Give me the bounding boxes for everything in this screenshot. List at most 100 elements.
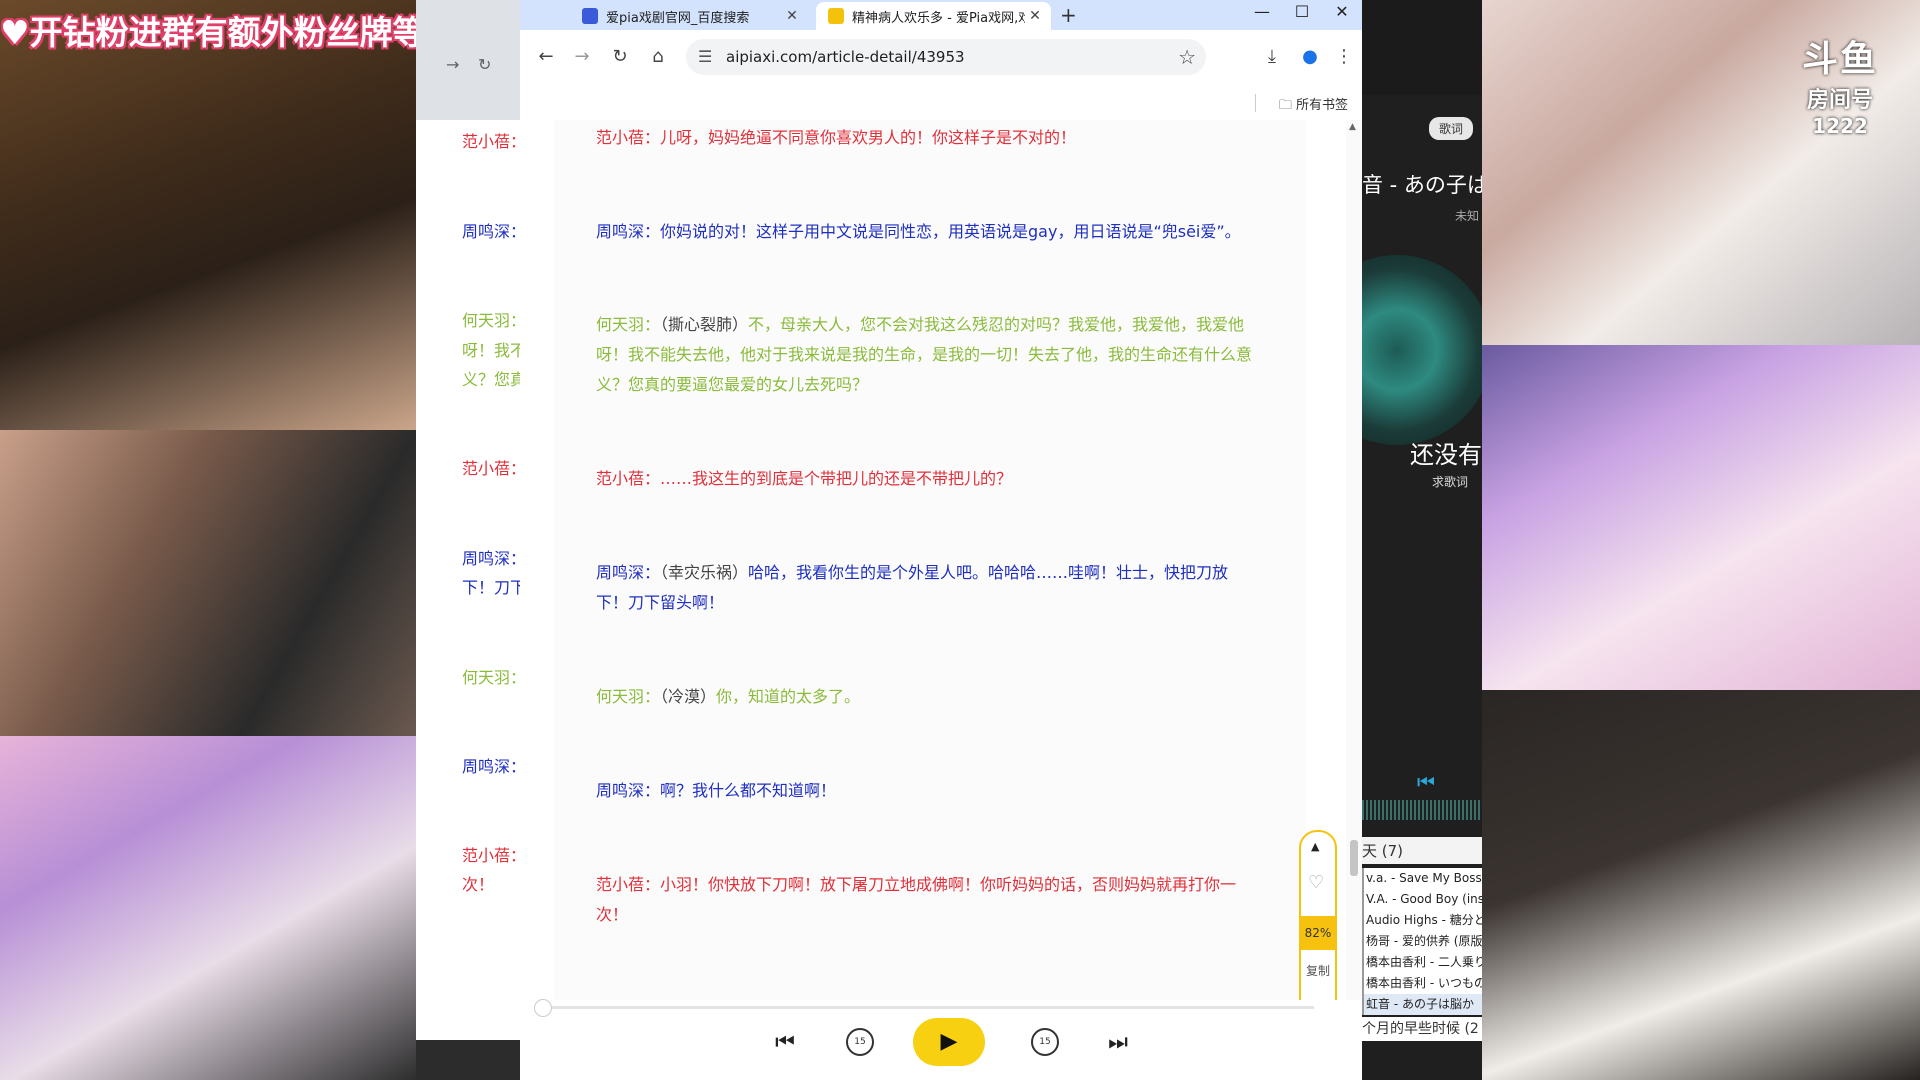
dialogue-text: 你妈说的对！这样子用中文说是同性恋，用英语说是gay，用日语说是“兜sēi爱”。 — [660, 222, 1241, 241]
bookmarks-bar: 🗀 所有书签 — [520, 86, 1362, 121]
platform-brand: 斗鱼 房间号 1222 — [1770, 30, 1910, 138]
playlist-item[interactable]: v.a. - Save My Boss — [1362, 868, 1482, 889]
progress-knob[interactable] — [534, 999, 552, 1017]
stage-direction: （冷漠） — [660, 687, 717, 706]
speaker-name: 何天羽： — [596, 687, 661, 706]
script-line: 周鸣深：你妈说的对！这样子用中文说是同性恋，用英语说是gay，用日语说是“兜sē… — [596, 217, 1286, 247]
find-lyrics-link[interactable]: 求歌词 — [1432, 473, 1468, 490]
audio-waveform — [1362, 800, 1482, 820]
reload-icon[interactable]: ↻ — [608, 46, 632, 67]
dialogue-continuation: 下！刀下留头啊！ — [596, 593, 725, 612]
rewind-15-icon[interactable]: 15 — [846, 1028, 874, 1056]
url-text[interactable]: aipiaxi.com/article-detail/43953 — [726, 48, 965, 66]
scrollbar-thumb[interactable] — [1350, 840, 1358, 876]
playlist-header: 天 (7) — [1362, 837, 1482, 864]
bg-text: 次！ — [462, 875, 495, 894]
playback-progress-bar[interactable] — [534, 999, 1314, 1017]
reload-icon[interactable]: ↻ — [478, 55, 491, 74]
browser-toolbar: ← → ↻ ⌂ ☰ aipiaxi.com/article-detail/439… — [520, 30, 1362, 86]
profile-avatar-icon[interactable]: ● — [1298, 46, 1322, 67]
tab-strip: 爱pia戏剧官网_百度搜索 ✕ 精神病人欢乐多 - 爱Pia戏网,戏 ✕ + —… — [520, 0, 1362, 30]
speaker-name: 周鸣深： — [596, 781, 661, 800]
favorite-heart-icon[interactable]: ♡ — [1308, 872, 1324, 893]
playlist-item[interactable]: 橋本由香利 - 二人乗り — [1362, 952, 1482, 973]
reading-progress: 82% — [1301, 916, 1335, 950]
dialogue-text: 你，知道的太多了。 — [716, 687, 861, 706]
scroll-top-icon[interactable]: ▲ — [1311, 840, 1319, 853]
bg-text: 呀！我不 — [462, 341, 527, 360]
background-browser-window: → ↻ 范小蓓： 周鸣深： 何天羽： 呀！我不 义？您真 范小蓓： 周鸣深： 下… — [416, 0, 532, 1040]
home-icon[interactable]: ⌂ — [646, 46, 670, 67]
stage-direction: （撕心裂肺） — [660, 315, 749, 334]
address-bar[interactable]: ☰ aipiaxi.com/article-detail/43953 ☆ — [686, 39, 1206, 75]
bookmarks-divider — [1255, 94, 1256, 112]
taskbar — [416, 1040, 532, 1080]
bg-speaker: 周鸣深： — [462, 757, 527, 776]
streamer-webcam-3 — [0, 736, 416, 1080]
tab-aipiaxi-article[interactable]: 精神病人欢乐多 - 爱Pia戏网,戏 ✕ — [816, 2, 1051, 30]
scroll-up-icon[interactable]: ▲ — [1349, 122, 1356, 132]
bg-speaker: 周鸣深： — [462, 222, 527, 241]
back-icon[interactable]: ← — [534, 46, 558, 67]
playlist-item[interactable]: 杨哥 - 爱的供养 (原版 — [1362, 931, 1482, 952]
skip-next-icon[interactable]: ⏭ — [1103, 1030, 1133, 1055]
playlist-item-current[interactable]: 虹音 - あの子は脳か — [1362, 994, 1482, 1015]
forward-icon[interactable]: → — [446, 55, 459, 74]
menu-kebab-icon[interactable]: ⋮ — [1332, 46, 1356, 67]
bg-speaker: 范小蓓： — [462, 132, 527, 151]
script-line: 范小蓓：儿呀，妈妈绝逼不同意你喜欢男人的！你这样子是不对的！ — [596, 123, 1286, 153]
dialogue-text: 儿呀，妈妈绝逼不同意你喜欢男人的！你这样子是不对的！ — [660, 128, 1077, 147]
dialogue-continuation: 次！ — [596, 905, 629, 924]
site-info-icon[interactable]: ☰ — [698, 47, 712, 66]
speaker-name: 范小蓓： — [596, 469, 661, 488]
brand-logo: 斗鱼 — [1801, 39, 1878, 80]
lyrics-button[interactable]: 歌词 — [1429, 117, 1474, 140]
close-window-icon[interactable]: ✕ — [1322, 2, 1362, 21]
previous-track-icon[interactable]: ⏮ — [1417, 770, 1435, 794]
script-line: 周鸣深：啊？我什么都不知道啊！ — [596, 776, 1286, 806]
copy-button[interactable]: 复制 — [1301, 962, 1335, 979]
all-bookmarks-label: 所有书签 — [1295, 98, 1348, 113]
maximize-icon[interactable]: ☐ — [1282, 2, 1322, 21]
bg-speaker: 范小蓓： — [462, 846, 527, 865]
tab-title: 爱pia戏剧官网_百度搜索 — [606, 10, 750, 26]
bg-speaker: 何天羽： — [462, 311, 527, 330]
baidu-favicon-icon — [582, 8, 598, 24]
music-player: 歌词 音 - あの子は 未知 还没有 求歌词 ⏮ 天 (7) v.a. - Sa… — [1362, 95, 1482, 1080]
new-tab-icon[interactable]: + — [1060, 3, 1077, 27]
forward-15-icon[interactable]: 15 — [1031, 1028, 1059, 1056]
song-title: 音 - あの子は — [1362, 173, 1482, 197]
playlist: v.a. - Save My Boss V.A. - Good Boy (ins… — [1362, 868, 1482, 1015]
script-line: 何天羽：（撕心裂肺）不，母亲大人，您不会对我这么残忍的对吗？我爱他，我爱他，我爱… — [596, 310, 1286, 340]
close-tab-icon[interactable]: ✕ — [782, 8, 802, 24]
tab-baidu-search[interactable]: 爱pia戏剧官网_百度搜索 ✕ — [570, 2, 808, 30]
room-number: 1222 — [1812, 114, 1868, 138]
background-window-toolbar: → ↻ — [416, 0, 532, 120]
speaker-name: 范小蓓： — [596, 875, 661, 894]
speaker-name: 周鸣深： — [596, 563, 661, 582]
playlist-item[interactable]: Audio Highs - 糖分と — [1362, 910, 1482, 931]
playlist-item[interactable]: 橋本由香利 - いつもの — [1362, 973, 1482, 994]
bg-text: 义？您真 — [462, 370, 527, 389]
bg-speaker: 范小蓓： — [462, 459, 527, 478]
streamer-webcam-5 — [1482, 690, 1920, 1080]
script-line: 周鸣深：（幸灾乐祸）哈哈，我看你生的是个外星人吧。哈哈哈……哇啊！壮士，快把刀放 — [596, 558, 1286, 588]
close-tab-icon[interactable]: ✕ — [1025, 8, 1045, 24]
speaker-name: 何天羽： — [596, 315, 661, 334]
bookmark-star-icon[interactable]: ☆ — [1178, 45, 1196, 69]
download-icon[interactable]: ⤓ — [1260, 46, 1284, 67]
forward-icon[interactable]: → — [570, 46, 594, 67]
page-scrollbar[interactable]: ▲ — [1346, 120, 1362, 1000]
play-button[interactable]: ▶ — [913, 1018, 985, 1066]
play-icon: ▶ — [940, 1029, 958, 1054]
room-label: 房间号 — [1806, 88, 1873, 113]
reading-side-panel: ▲ ♡ 82% 复制 ▼ — [1299, 830, 1337, 1026]
all-bookmarks-button[interactable]: 🗀 所有书签 — [1279, 94, 1348, 118]
script-line: 范小蓓：……我这生的到底是个带把儿的还是不带把儿的？ — [596, 464, 1286, 494]
dialogue-continuation: 呀！我不能失去他，他对于我来说是我的生命，是我的一切！失去了他，我的生命还有什么… — [596, 345, 1253, 364]
page-content: 范小蓓：儿呀，妈妈绝逼不同意你喜欢男人的！你这样子是不对的！ 周鸣深：你妈说的对… — [520, 120, 1362, 1080]
minimize-icon[interactable]: — — [1242, 2, 1282, 21]
bg-speaker: 周鸣深： — [462, 549, 527, 568]
skip-previous-icon[interactable]: ⏮ — [770, 1030, 800, 1055]
playlist-item[interactable]: V.A. - Good Boy (ins — [1362, 889, 1482, 910]
